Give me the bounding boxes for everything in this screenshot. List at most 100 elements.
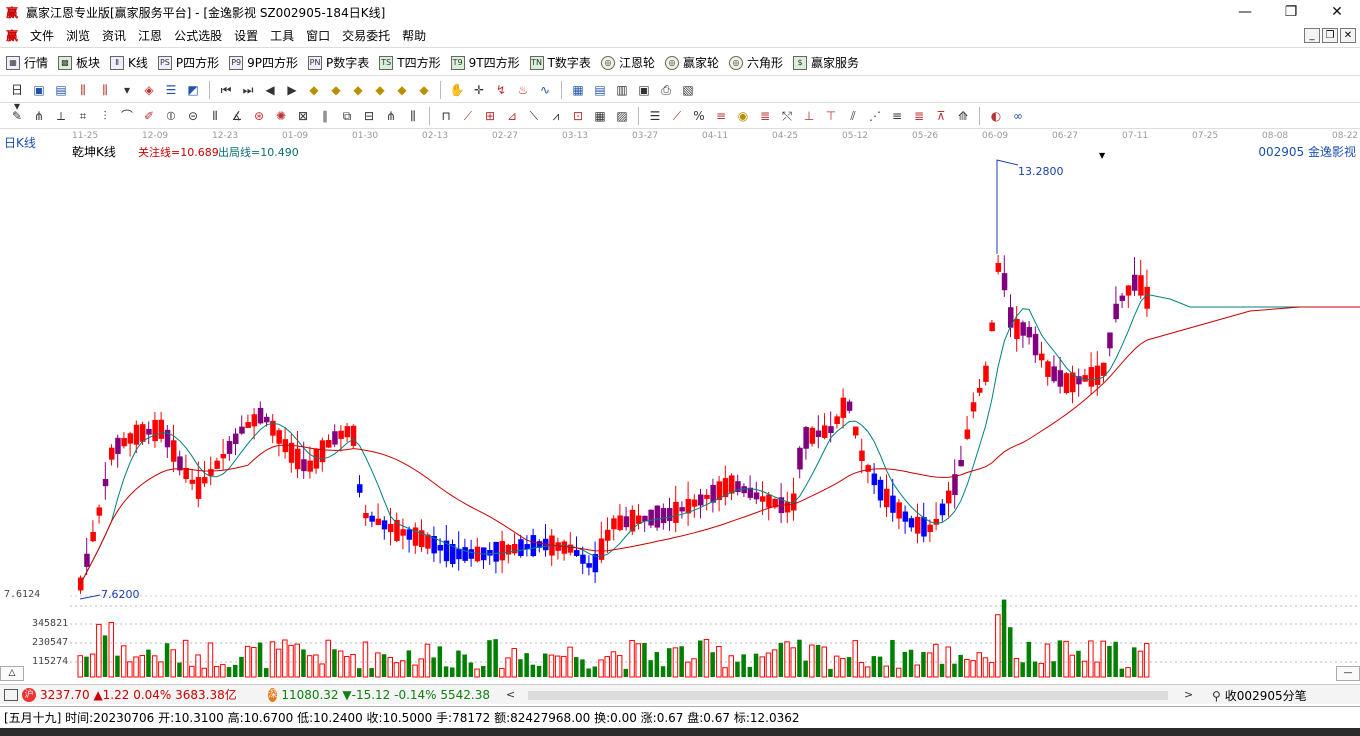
candles-icon[interactable]: ⫼	[75, 82, 91, 98]
menu-trade[interactable]: 交易委托	[336, 24, 396, 48]
toolbar-hexagon[interactable]: ◎ 六角形	[728, 54, 783, 71]
period-select-icon[interactable]: 日▾	[9, 82, 25, 113]
pen-icon[interactable]: ✎	[9, 108, 25, 124]
trend-lines-icon[interactable]: ⫽	[845, 108, 861, 124]
fan-icon[interactable]: ⟂	[53, 108, 69, 124]
candles2-icon[interactable]: ⫼	[97, 82, 113, 98]
crosshair-icon[interactable]: ✛	[471, 82, 487, 98]
toolbar-kline[interactable]: Ⅱ K线	[110, 54, 148, 71]
grid-tool-icon[interactable]: ⌗	[75, 108, 91, 124]
menu-help[interactable]: 帮助	[396, 24, 432, 48]
toolbar-t-table[interactable]: TN T数字表	[529, 54, 591, 71]
cycle-lines-icon[interactable]: ⟰	[955, 108, 971, 124]
gann-chart-icon[interactable]: ◈	[141, 82, 157, 98]
split-icon[interactable]: ⫼	[405, 108, 421, 124]
diamond-tool-4-icon[interactable]: ◆	[372, 82, 388, 98]
toolbar-9t-square[interactable]: T9 9T四方形	[450, 54, 520, 71]
levels-icon[interactable]: ≡	[889, 108, 905, 124]
channel-icon[interactable]: ⧉	[339, 108, 355, 124]
wave-tool-icon[interactable]: ∿	[537, 82, 553, 98]
link-icon[interactable]: ∞	[1010, 108, 1026, 124]
toolbar-p-square[interactable]: PS P四方形	[157, 54, 219, 71]
toolbar-board[interactable]: ▩ 板块	[58, 54, 100, 71]
menu-file[interactable]: 文件	[24, 24, 60, 48]
angle-tool-icon[interactable]: ∡	[229, 108, 245, 124]
slope-icon[interactable]: ⟋	[669, 108, 685, 124]
toolbar-t-square[interactable]: TS T四方形	[379, 54, 441, 71]
cycle-icon[interactable]: ⦶	[163, 108, 179, 124]
ruler-icon[interactable]: ⊟	[361, 108, 377, 124]
mdi-minimize-button[interactable]: _	[1304, 28, 1320, 43]
list-icon[interactable]: ☰	[163, 82, 179, 98]
mdi-restore-button[interactable]: ❐	[1322, 28, 1338, 43]
close-button[interactable]: ✕	[1314, 0, 1360, 24]
toolbar-service[interactable]: $ 赢家服务	[792, 54, 859, 71]
doc-icon[interactable]: ▤	[53, 82, 69, 98]
star-icon[interactable]: ✺	[273, 108, 289, 124]
triangle-tool-icon[interactable]: ◩	[185, 82, 201, 98]
diamond-tool-6-icon[interactable]: ◆	[416, 82, 432, 98]
export-icon[interactable]: ▥	[614, 82, 630, 98]
menu-browse[interactable]: 浏览	[60, 24, 96, 48]
lines-tool-icon[interactable]: ⫴	[207, 108, 223, 124]
fib-icon[interactable]: ≣	[757, 108, 773, 124]
arc-tool-icon[interactable]: ⌒	[119, 108, 135, 124]
sheet-icon[interactable]: ▤	[592, 82, 608, 98]
menu-formula[interactable]: 公式选股	[168, 24, 228, 48]
measure-icon[interactable]: ⊓	[438, 108, 454, 124]
time-zone-icon[interactable]: ⊥	[801, 108, 817, 124]
hand-icon[interactable]: ✋	[449, 82, 465, 98]
report-icon[interactable]: ▧	[680, 82, 696, 98]
toolbar-9p-square[interactable]: P9 9P四方形	[229, 54, 298, 71]
coin-icon[interactable]: ◉	[735, 108, 751, 124]
zoom-in-button[interactable]: △	[0, 666, 24, 681]
next-icon[interactable]: ▶	[284, 82, 300, 98]
kline-chart[interactable]: 日K线 11-25 12-09 12-23 01-09 01-30 02-13 02-27 0…	[0, 129, 1360, 683]
menu-tools[interactable]: 工具	[264, 24, 300, 48]
receive-ticks[interactable]: ⚲ 收002905分笔	[1212, 687, 1307, 704]
trend-tool-icon[interactable]: ↯	[493, 82, 509, 98]
menu-gann[interactable]: 江恩	[132, 24, 168, 48]
toolbar-quotes[interactable]: ▦ 行情	[6, 54, 48, 71]
percent-icon[interactable]: %	[691, 108, 707, 124]
diamond-tool-3-icon[interactable]: ◆	[350, 82, 366, 98]
box-tool-icon[interactable]: ⊠	[295, 108, 311, 124]
layout-icon[interactable]: ▣	[31, 82, 47, 98]
support-icon[interactable]: ⊼	[933, 108, 949, 124]
sh-index[interactable]: 沪 3237.70 ▲1.22 0.04% 3683.38亿	[22, 686, 268, 703]
horizontal-scrollbar[interactable]: < >	[494, 688, 1194, 702]
speed-icon[interactable]: ⤲	[779, 108, 795, 124]
diamond-tool-5-icon[interactable]: ◆	[394, 82, 410, 98]
sz-index[interactable]: 深 11080.32 ▼-15.12 -0.14% 5542.38	[268, 687, 490, 702]
spiral-icon[interactable]: ⊛	[251, 108, 267, 124]
minimize-button[interactable]: —	[1222, 0, 1268, 24]
ray-icon[interactable]: ⟋	[460, 108, 476, 124]
gann-box-icon[interactable]: ⊞	[482, 108, 498, 124]
golden-icon[interactable]: ⊤	[823, 108, 839, 124]
circle-tool-icon[interactable]: ⊝	[185, 108, 201, 124]
scroll-right-button[interactable]: >	[1184, 688, 1193, 701]
maximize-button[interactable]: ❐	[1268, 0, 1314, 24]
dropdown-icon[interactable]: ▾	[119, 82, 135, 98]
parallel-icon[interactable]: ∥	[317, 108, 333, 124]
zoom-out-button[interactable]: —	[1336, 666, 1360, 681]
toolbar-p-table[interactable]: PN P数字表	[308, 54, 369, 71]
hatch-icon[interactable]: ▨	[614, 108, 630, 124]
line-icon[interactable]: ⟍	[526, 108, 542, 124]
menu-info[interactable]: 资讯	[96, 24, 132, 48]
print-icon[interactable]: ⎙	[658, 82, 674, 98]
resistance-icon[interactable]: ≣	[911, 108, 927, 124]
menu-window[interactable]: 窗口	[300, 24, 336, 48]
gann-fan-icon[interactable]: ⊿	[504, 108, 520, 124]
menu-settings[interactable]: 设置	[228, 24, 264, 48]
mdi-close-button[interactable]: ✕	[1340, 28, 1356, 43]
square-tool-icon[interactable]: ⊡	[570, 108, 586, 124]
zigzag-icon[interactable]: ⩘	[548, 108, 564, 124]
stats-icon[interactable]: ☰	[647, 108, 663, 124]
marker-icon[interactable]: ✐	[141, 108, 157, 124]
prev-icon[interactable]: ◀	[262, 82, 278, 98]
table-tool-icon[interactable]: ▦	[592, 108, 608, 124]
globe-icon[interactable]: ◐	[988, 108, 1004, 124]
toolbar-gann-wheel[interactable]: ◎ 江恩轮	[600, 54, 655, 71]
bar-tool-icon[interactable]: ⫶	[97, 108, 113, 124]
